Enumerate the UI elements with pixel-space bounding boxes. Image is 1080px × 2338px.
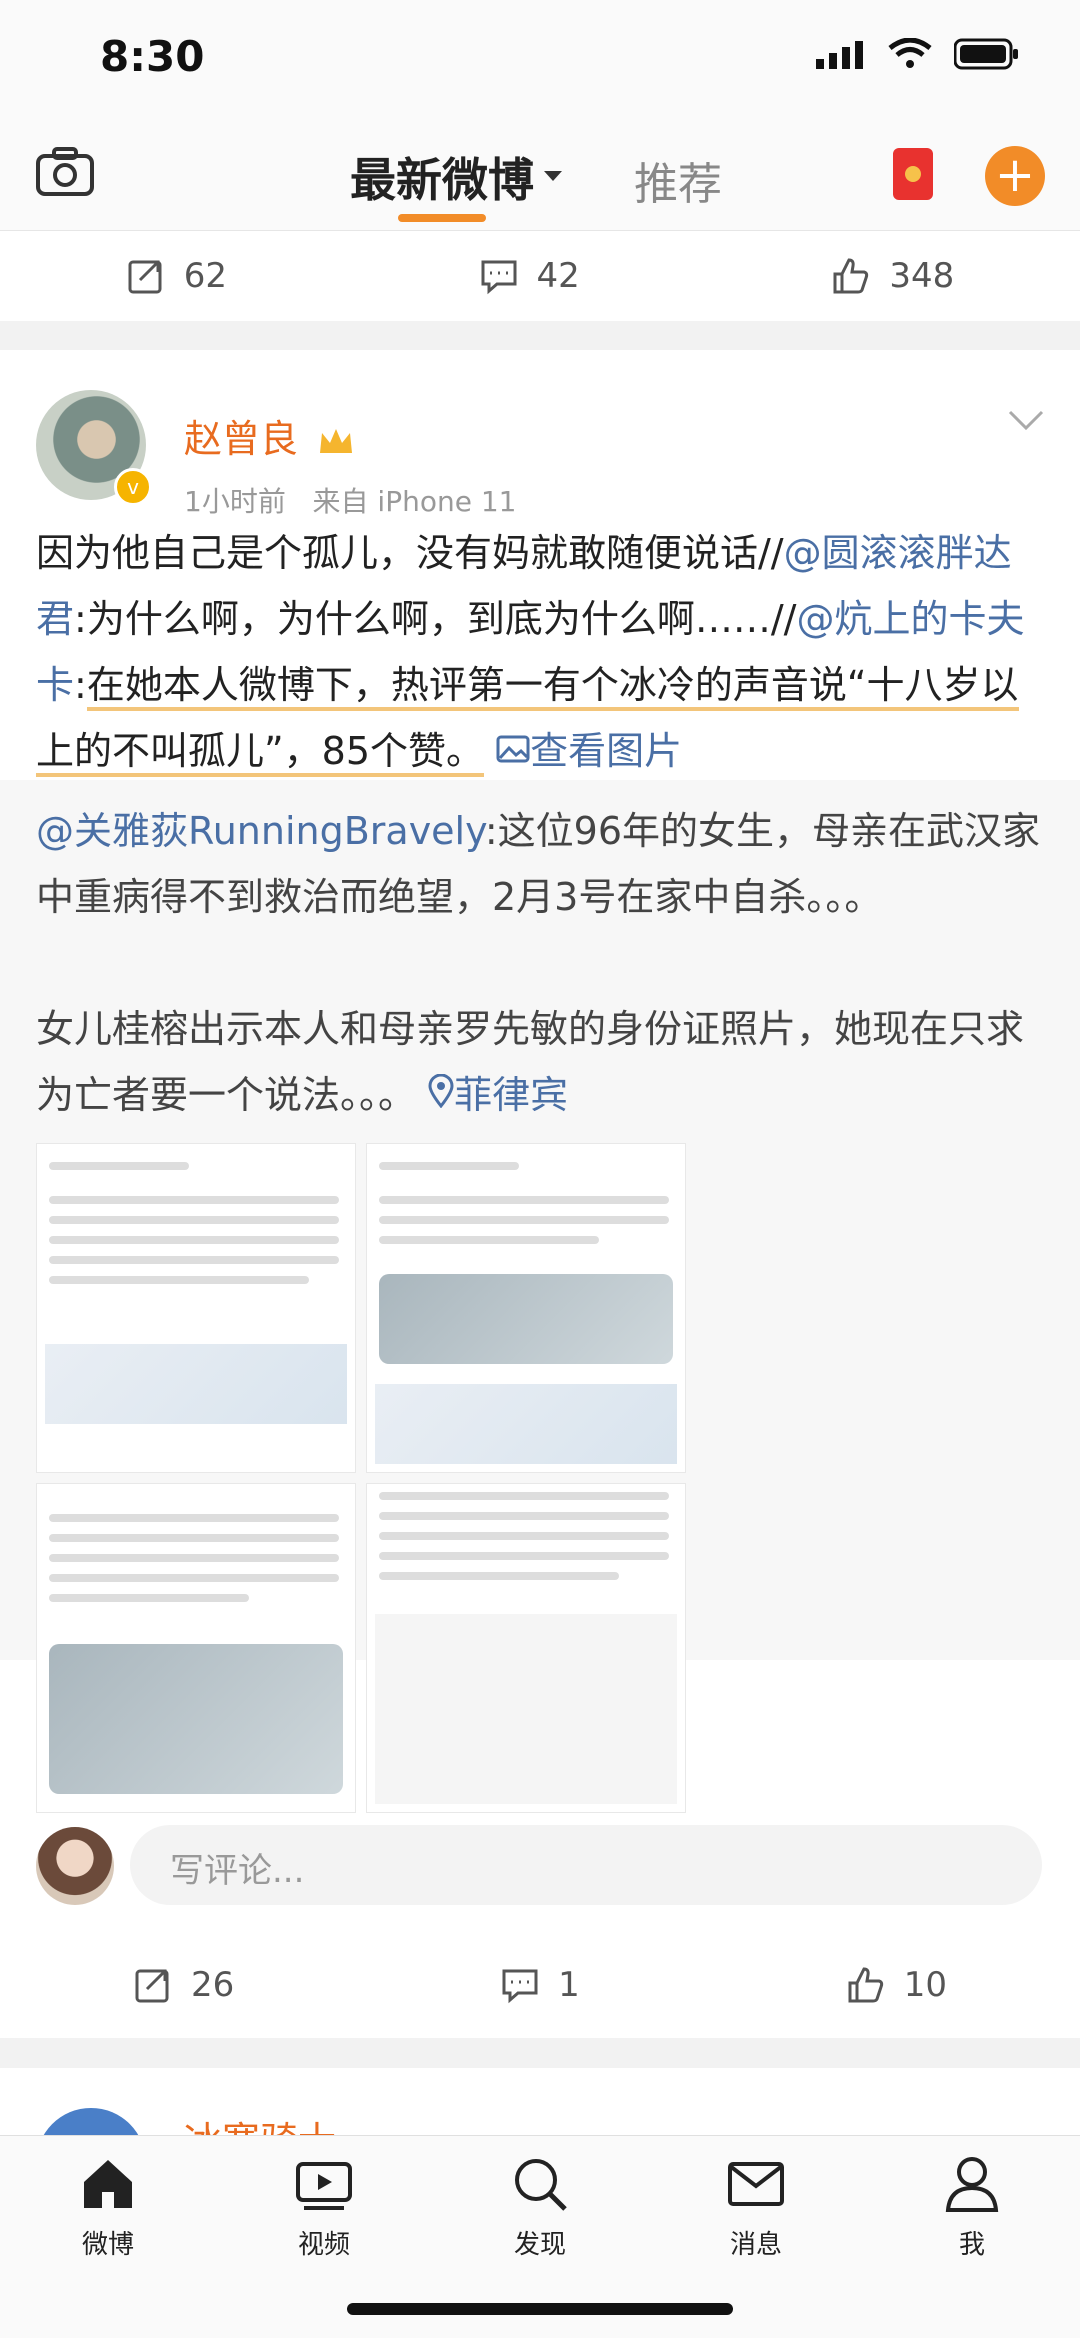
tab-home[interactable]: 微博	[38, 2136, 178, 2338]
avatar	[36, 1827, 114, 1905]
signal-icon	[816, 41, 863, 69]
chevron-down-icon[interactable]	[1008, 408, 1044, 432]
image-grid	[36, 1143, 686, 1813]
crown-icon	[320, 428, 353, 453]
view-images-link[interactable]: 查看图片	[496, 729, 682, 773]
repost-count: 62	[183, 256, 228, 296]
tab-label: 发现	[513, 2230, 566, 2260]
home-indicator	[347, 2303, 733, 2315]
repost-text: @关雅荻RunningBravely:这位96年的女生，母亲在武汉家中重病得不到…	[36, 798, 1046, 1128]
status-time: 8:30	[100, 32, 205, 81]
status-bar: 8:30	[0, 0, 1080, 120]
profile-icon	[945, 2157, 999, 2212]
repost-icon	[128, 260, 162, 294]
comment-count: 42	[536, 256, 580, 296]
repost-count: 26	[190, 1965, 235, 2005]
video-icon	[296, 2162, 352, 2210]
previous-post-actions: 62 42 348	[0, 231, 1080, 321]
mention-link[interactable]: @关雅荻RunningBravely	[36, 809, 485, 853]
comment-button[interactable]: 1	[500, 1965, 580, 2005]
dropdown-arrow-icon	[544, 171, 562, 181]
repost-icon	[135, 1969, 169, 2003]
comment-button[interactable]: 42	[479, 256, 580, 296]
location-link[interactable]: 菲律宾	[428, 1073, 568, 1117]
post-text-prefix: 因为他自己是个孤儿，没有妈就敢随便说话//	[36, 531, 784, 575]
like-button[interactable]: 10	[846, 1965, 947, 2005]
location-label: 菲律宾	[454, 1073, 569, 1117]
tab-latest-label: 最新微博	[350, 153, 534, 207]
tab-label: 我	[958, 2230, 985, 2260]
battery-icon	[954, 38, 1018, 70]
post-source: 来自 iPhone 11	[312, 485, 517, 518]
post-image[interactable]	[36, 1483, 356, 1813]
comment-row: 写评论...	[0, 1805, 1080, 1925]
post-actions: 26 1 10	[0, 1940, 1080, 2030]
post-image[interactable]	[36, 1143, 356, 1473]
red-packet-icon[interactable]	[893, 148, 933, 200]
compose-button[interactable]: +	[985, 146, 1045, 206]
tab-label: 视频	[297, 2230, 350, 2260]
active-tab-indicator	[398, 214, 486, 222]
top-nav: 最新微博 推荐 +	[0, 120, 1080, 231]
post-image[interactable]	[366, 1483, 686, 1813]
thumbs-up-icon	[848, 1967, 883, 2003]
comment-count: 1	[558, 1965, 580, 2005]
home-icon	[84, 2160, 132, 2208]
thumbs-up-icon	[833, 258, 869, 294]
repost-button[interactable]: 26	[133, 1965, 234, 2005]
comment-icon	[481, 260, 517, 295]
location-pin-icon	[428, 1073, 454, 1109]
user-name-label: 赵曾良	[184, 417, 299, 461]
like-button[interactable]: 348	[831, 256, 954, 296]
wifi-icon	[888, 38, 932, 68]
post-text-mid: :为什么啊，为什么啊，到底为什么啊……//	[74, 597, 797, 641]
post-card: v 赵曾良 1小时前 来自 iPhone 11 因为他自己是个孤儿，没有妈就敢随…	[0, 350, 1080, 2038]
tab-label: 微博	[81, 2230, 134, 2260]
comment-input[interactable]: 写评论...	[130, 1825, 1042, 1905]
post-meta: 1小时前 来自 iPhone 11	[184, 480, 516, 520]
comment-placeholder: 写评论...	[170, 1851, 305, 1891]
repost-button[interactable]: 62	[126, 256, 227, 296]
status-icons	[816, 38, 1020, 70]
like-count: 348	[889, 256, 955, 296]
verified-badge-icon: v	[114, 468, 152, 506]
tab-latest[interactable]: 最新微博	[350, 144, 562, 210]
user-name[interactable]: 赵曾良	[184, 408, 354, 463]
post-text-colon: :	[74, 663, 87, 707]
camera-icon[interactable]	[36, 146, 94, 196]
image-icon	[496, 735, 530, 763]
comment-icon	[502, 1969, 538, 2004]
tab-label: 消息	[729, 2230, 782, 2260]
post-text: 因为他自己是个孤儿，没有妈就敢随便说话//@圆滚滚胖达君:为什么啊，为什么啊，到…	[36, 520, 1046, 784]
tab-recommend[interactable]: 推荐	[634, 148, 722, 212]
mail-icon	[728, 2162, 784, 2206]
tab-me[interactable]: 我	[902, 2136, 1042, 2338]
post-time: 1小时前	[184, 485, 286, 518]
search-icon	[515, 2159, 567, 2211]
view-images-label: 查看图片	[530, 729, 683, 773]
like-count: 10	[903, 1965, 948, 2005]
post-image[interactable]	[366, 1143, 686, 1473]
repost-area[interactable]: @关雅荻RunningBravely:这位96年的女生，母亲在武汉家中重病得不到…	[0, 780, 1080, 1813]
